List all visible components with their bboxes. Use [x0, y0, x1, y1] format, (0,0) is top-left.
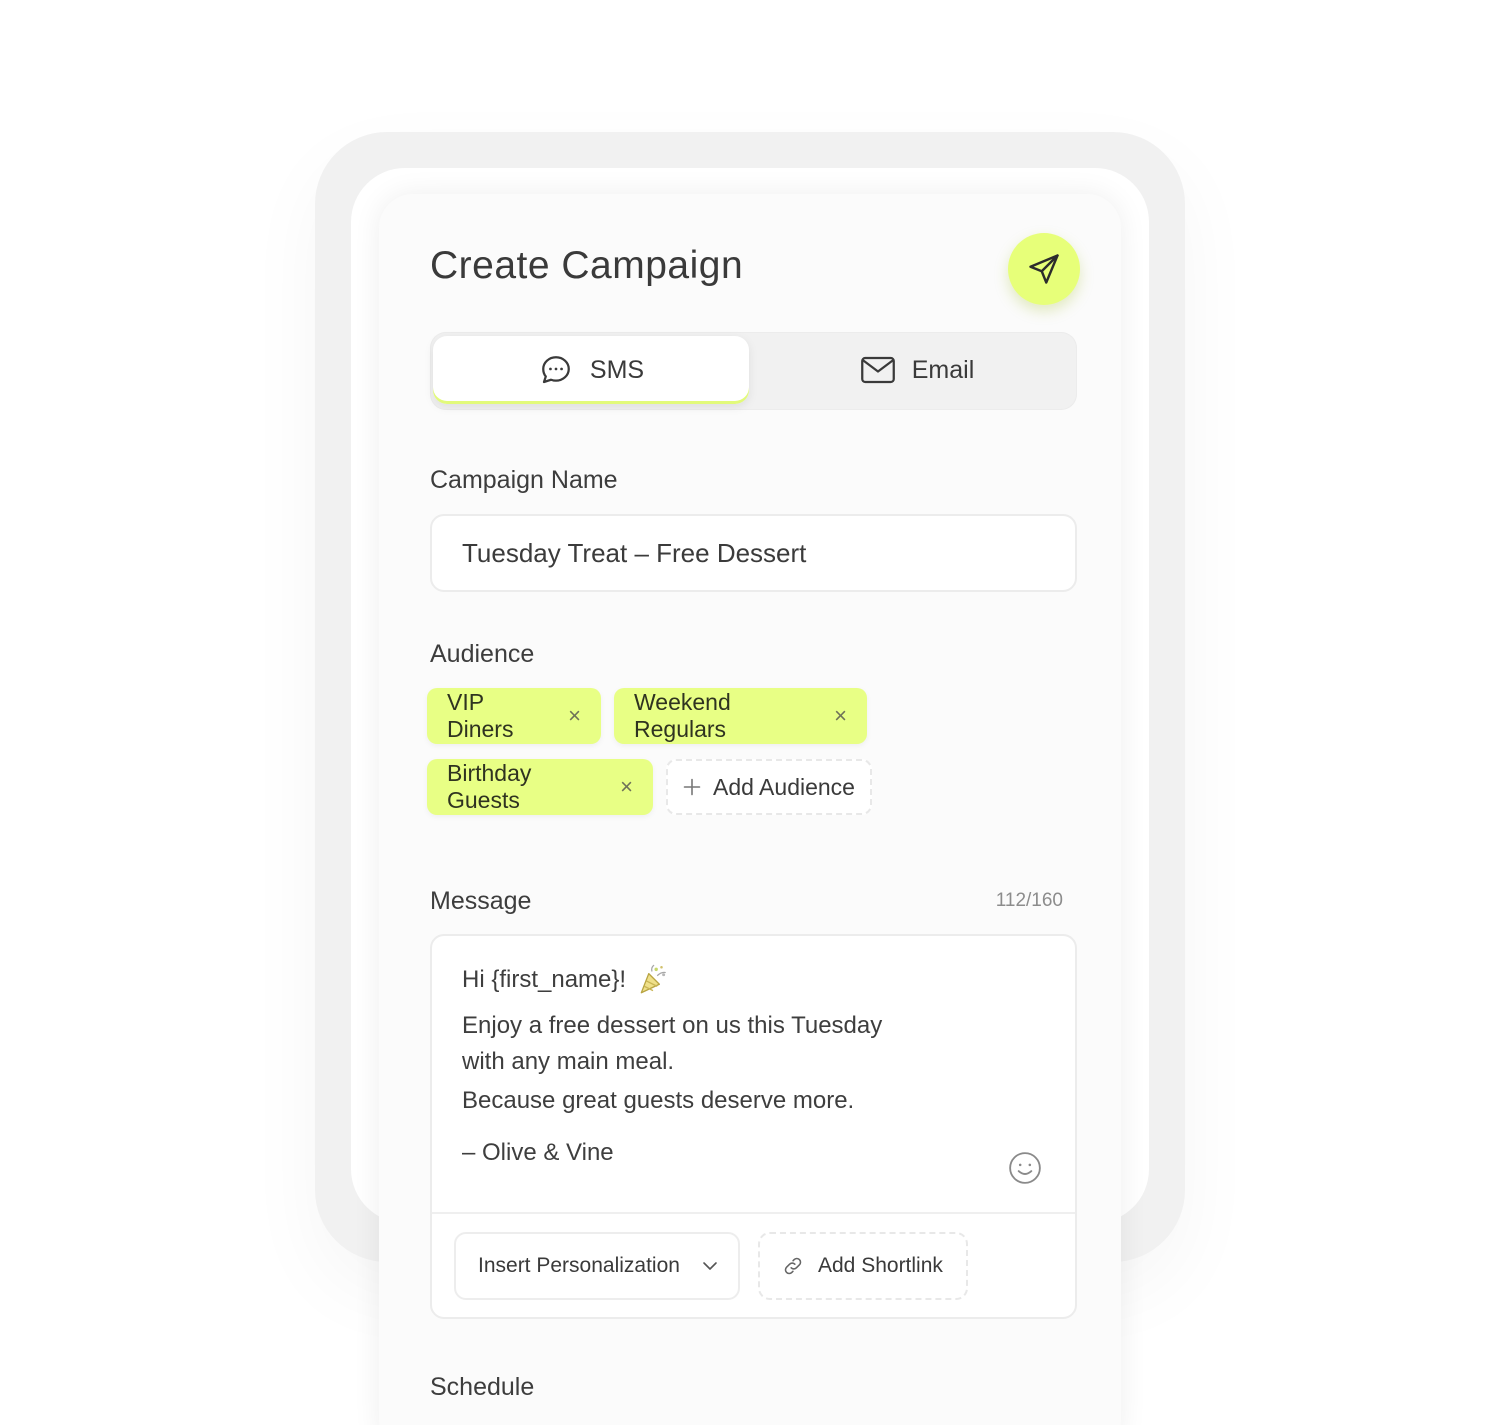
paper-plane-icon: [1029, 254, 1059, 284]
link-icon: [784, 1257, 802, 1275]
add-audience-label: Add Audience: [713, 773, 855, 800]
audience-chip-label: Weekend Regulars: [634, 689, 731, 742]
add-shortlink-label: Add Shortlink: [818, 1254, 943, 1277]
tab-sms-label: SMS: [589, 355, 645, 384]
tab-sms[interactable]: SMS: [433, 336, 749, 404]
campaign-name-label: Campaign Name: [430, 466, 618, 494]
tab-email-label: Email: [911, 355, 975, 384]
remove-chip-icon[interactable]: ×: [568, 705, 581, 727]
character-counter: 112/160: [995, 890, 1063, 911]
message-line: with any main meal.: [462, 1048, 675, 1075]
message-editor[interactable]: Hi {first_name}! Enjoy a free dessert on…: [430, 934, 1077, 1319]
message-line: Enjoy a free dessert on us this Tuesday: [462, 1012, 883, 1039]
audience-chip-vip-diners: VIP Diners ×: [427, 688, 601, 744]
page-title: Create Campaign: [430, 244, 744, 287]
insert-personalization-label: Insert Personalization: [478, 1254, 680, 1277]
remove-chip-icon[interactable]: ×: [620, 776, 633, 798]
audience-chip-weekend-regulars: Weekend Regulars ×: [614, 688, 867, 744]
message-label: Message: [430, 887, 532, 915]
envelope-icon: [860, 356, 895, 384]
audience-chip-label: VIP Diners: [447, 689, 514, 742]
stage: Create Campaign SMS Email Campaign Name: [0, 0, 1500, 1425]
campaign-name-input[interactable]: [430, 514, 1077, 592]
chevron-down-icon: [703, 1262, 717, 1270]
channel-tabs: SMS Email: [430, 332, 1077, 410]
plus-icon: [683, 778, 701, 796]
message-line: Because great guests deserve more.: [462, 1087, 855, 1114]
audience-chip-label: Birthday Guests: [447, 760, 532, 813]
add-shortlink-button[interactable]: Add Shortlink: [758, 1232, 968, 1300]
message-toolbar-divider: [432, 1212, 1075, 1214]
audience-chip-birthday-guests: Birthday Guests ×: [427, 759, 653, 815]
send-campaign-button[interactable]: [1008, 233, 1080, 305]
smiley-icon[interactable]: [1008, 1151, 1042, 1185]
message-signature: – Olive & Vine: [462, 1139, 614, 1166]
audience-label: Audience: [430, 640, 535, 668]
remove-chip-icon[interactable]: ×: [834, 705, 847, 727]
party-popper-icon: [640, 964, 666, 994]
chat-bubble-icon: [542, 356, 570, 384]
message-line: Hi {first_name}!: [462, 963, 670, 997]
insert-personalization-dropdown[interactable]: Insert Personalization: [454, 1232, 740, 1300]
tab-email[interactable]: Email: [760, 336, 1074, 404]
add-audience-button[interactable]: Add Audience: [666, 759, 872, 815]
message-greeting: Hi {first_name}!: [462, 966, 627, 993]
schedule-label: Schedule: [430, 1373, 535, 1401]
